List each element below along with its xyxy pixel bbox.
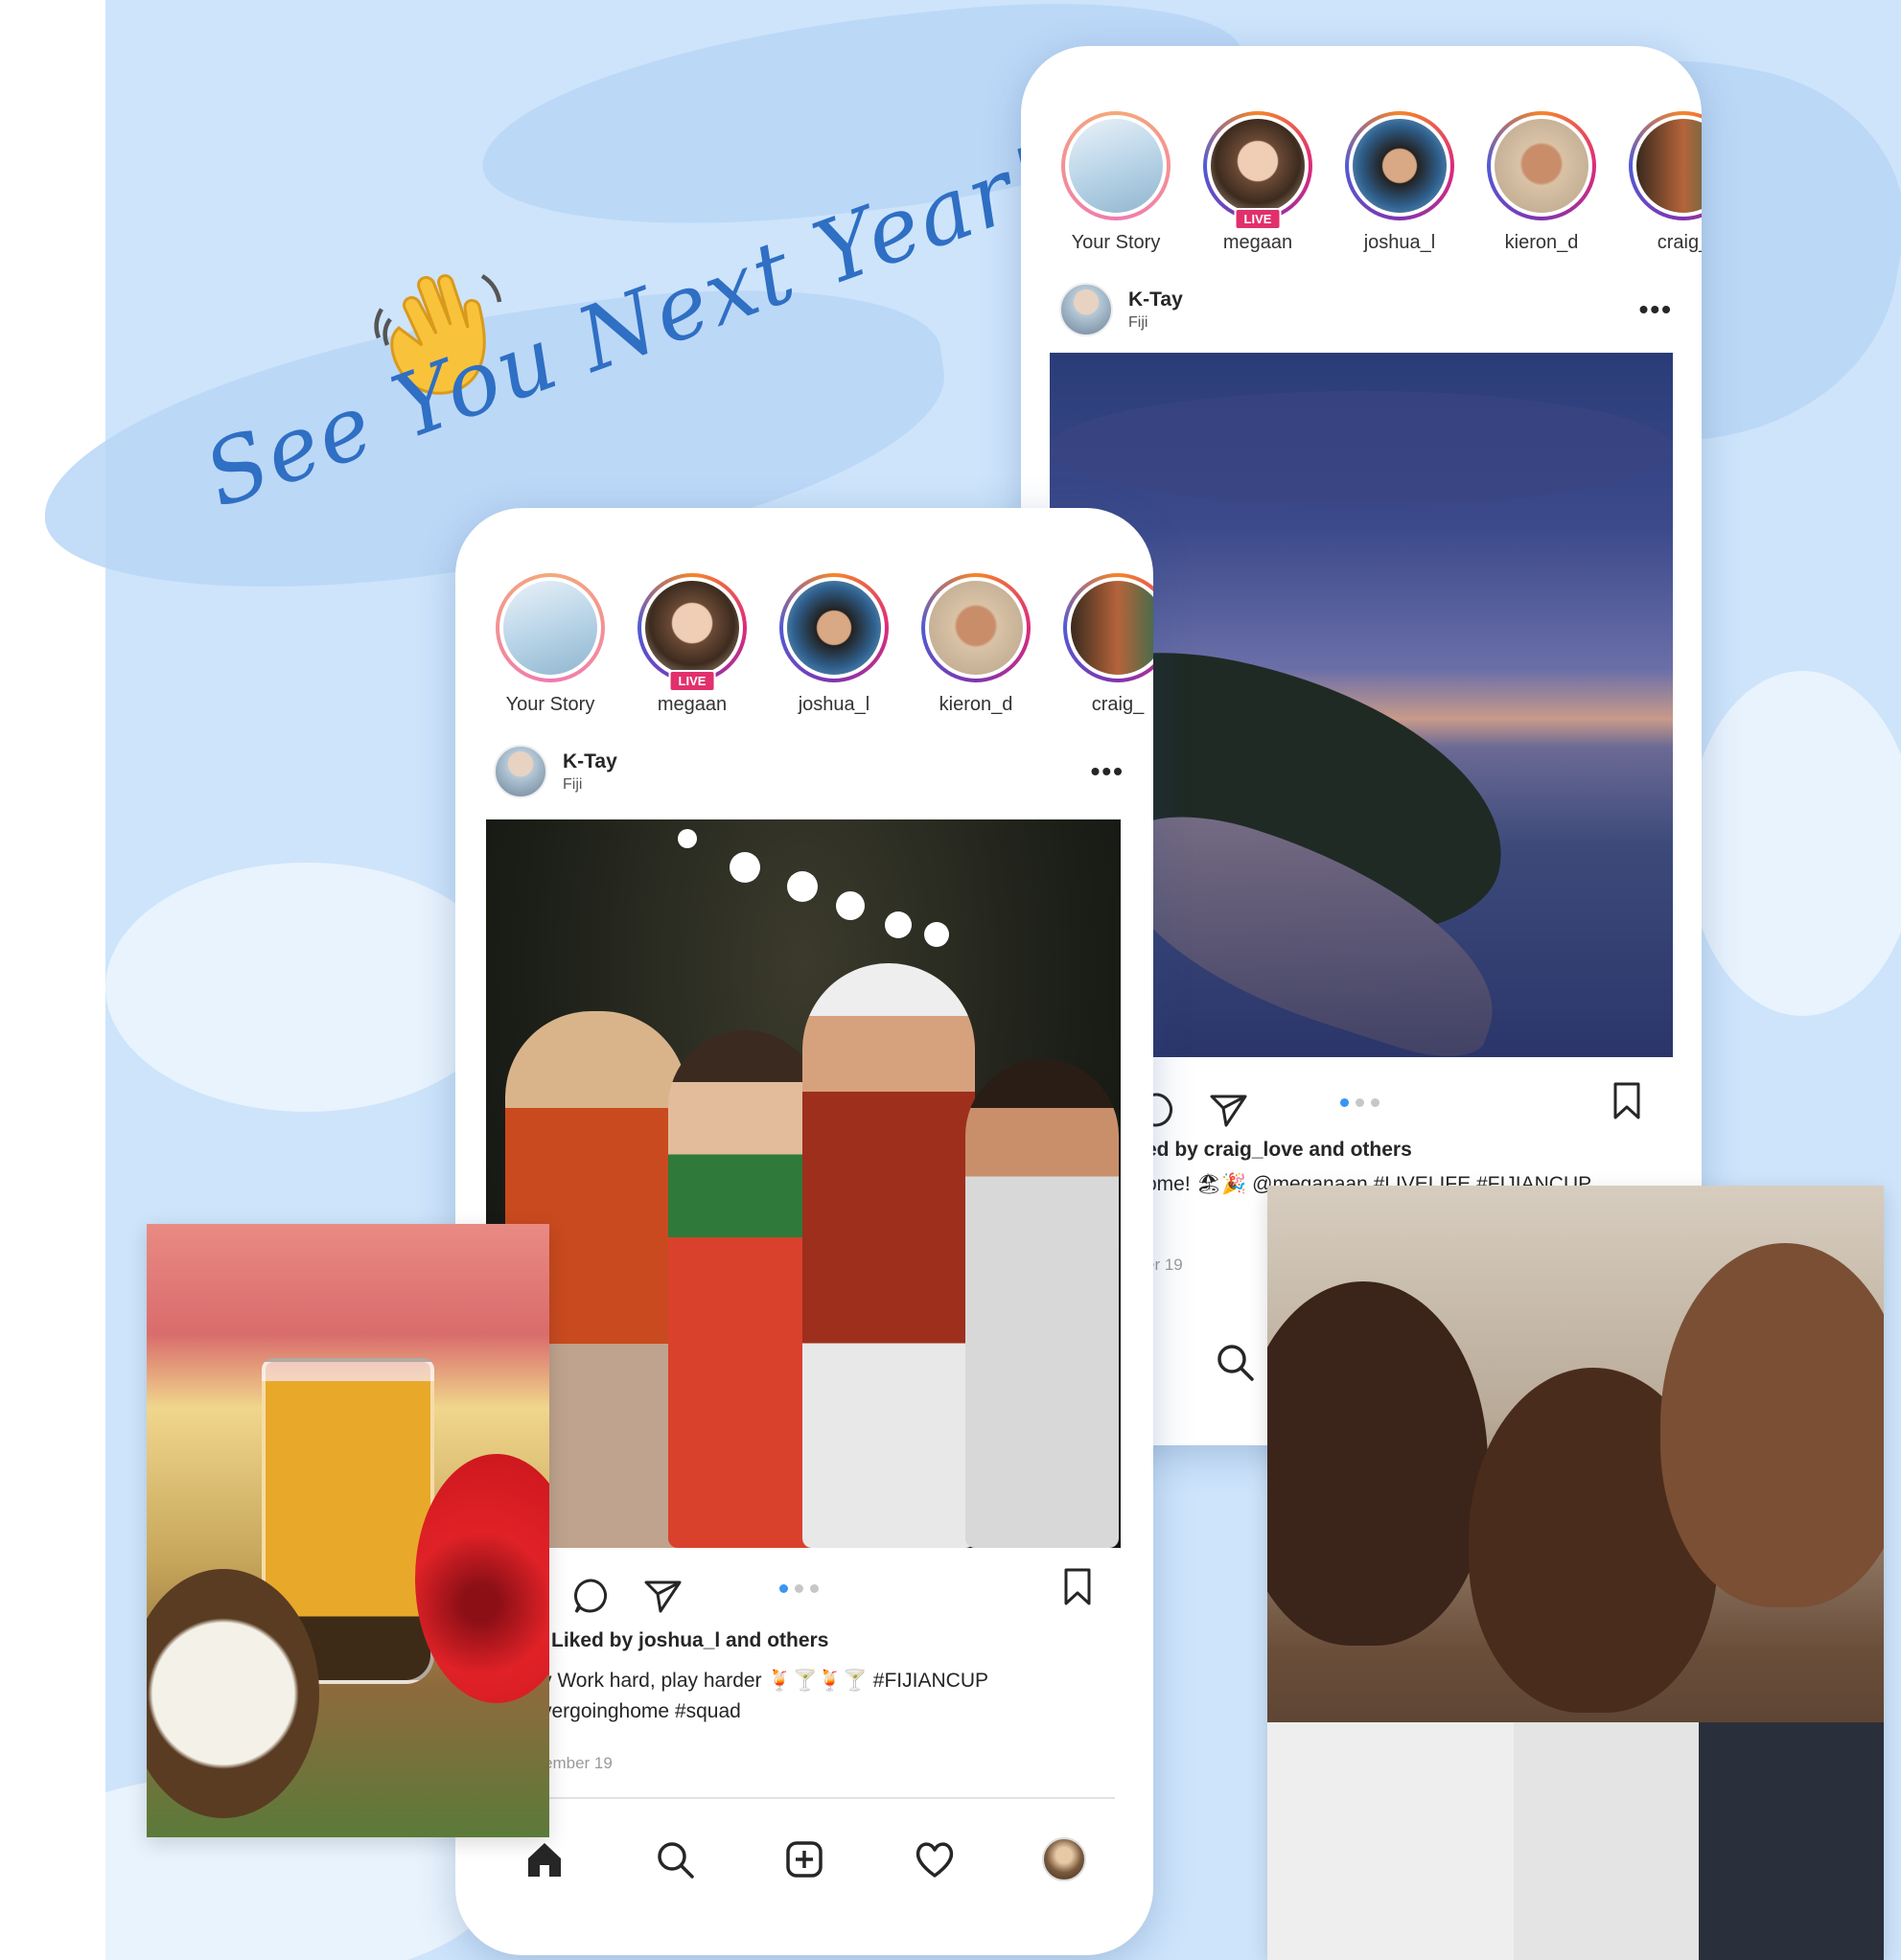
story-ring bbox=[496, 573, 605, 682]
story-name: Your Story bbox=[505, 694, 595, 715]
story-ring: LIVE bbox=[1203, 111, 1312, 230]
profile-icon[interactable] bbox=[1042, 1837, 1086, 1881]
carousel-dots bbox=[779, 1584, 819, 1593]
story-avatar bbox=[783, 577, 885, 679]
post-location[interactable]: Fiji bbox=[563, 776, 617, 794]
carousel-dots bbox=[1340, 1098, 1379, 1107]
person-4 bbox=[965, 1059, 1119, 1548]
phone-front: Your Story LIVE megaan joshua_l kieron_d… bbox=[455, 508, 1153, 1955]
story-avatar bbox=[1065, 115, 1167, 217]
story-name: Your Story bbox=[1071, 232, 1161, 253]
more-icon[interactable]: ••• bbox=[1639, 294, 1673, 325]
caption-line: y Work hard, play harder 🍹🍸🍹🍸 #FIJIANCUP bbox=[542, 1670, 988, 1692]
story-avatar bbox=[1349, 115, 1450, 217]
story-ring bbox=[1345, 111, 1454, 220]
person-2 bbox=[668, 1030, 822, 1548]
story-ring bbox=[1629, 111, 1702, 220]
search-icon[interactable] bbox=[653, 1837, 697, 1881]
heart-icon[interactable] bbox=[913, 1837, 957, 1881]
light-patch bbox=[1687, 671, 1901, 1016]
student-1 bbox=[1267, 1281, 1488, 1646]
comment-icon[interactable] bbox=[570, 1575, 613, 1617]
story-ring bbox=[779, 573, 889, 682]
story-ring bbox=[1061, 111, 1171, 220]
bookmark-icon[interactable] bbox=[1056, 1565, 1099, 1607]
story-megaan[interactable]: LIVE megaan bbox=[636, 573, 749, 717]
story-joshua[interactable]: joshua_l bbox=[1343, 111, 1456, 255]
share-icon[interactable] bbox=[641, 1575, 684, 1617]
post-caption: y Work hard, play harder 🍹🍸🍹🍸 #FIJIANCUP… bbox=[542, 1666, 1117, 1727]
light-patch bbox=[105, 863, 508, 1112]
post-user-block: K-Tay Fiji bbox=[563, 750, 617, 794]
post-photo-party-group[interactable] bbox=[486, 819, 1121, 1548]
story-name: kieron_d bbox=[1504, 232, 1579, 253]
home-icon[interactable] bbox=[522, 1837, 567, 1881]
carousel-dot bbox=[1371, 1098, 1379, 1107]
carousel-dot bbox=[810, 1584, 819, 1593]
story-name: megaan bbox=[1222, 232, 1293, 253]
story-kieron[interactable]: kieron_d bbox=[1485, 111, 1598, 255]
post-header: K-Tay Fiji ••• bbox=[1059, 276, 1673, 343]
story-name: craig_ bbox=[1657, 232, 1702, 253]
story-joshua[interactable]: joshua_l bbox=[777, 573, 891, 717]
avatar[interactable] bbox=[1059, 283, 1113, 336]
avatar[interactable] bbox=[494, 745, 547, 798]
photo-smiling-students bbox=[1267, 1186, 1884, 1960]
student-3 bbox=[1660, 1243, 1884, 1607]
story-avatar bbox=[1491, 115, 1592, 217]
carousel-dot bbox=[795, 1584, 803, 1593]
story-kieron[interactable]: kieron_d bbox=[919, 573, 1032, 717]
story-avatar bbox=[925, 577, 1027, 679]
story-megaan[interactable]: LIVE megaan bbox=[1201, 111, 1314, 255]
story-ring: LIVE bbox=[638, 573, 747, 692]
story-craig[interactable]: craig_ bbox=[1061, 573, 1153, 717]
stories-bar[interactable]: Your Story LIVE megaan joshua_l kieron_d… bbox=[494, 573, 1153, 717]
story-ring bbox=[1487, 111, 1596, 220]
story-craig[interactable]: craig_ bbox=[1627, 111, 1702, 255]
likes-text[interactable]: ed by craig_love and others bbox=[1146, 1139, 1412, 1162]
white-shirts bbox=[1267, 1722, 1884, 1960]
bottom-tab-bar bbox=[494, 1797, 1115, 1881]
carousel-dot bbox=[1356, 1098, 1364, 1107]
story-name: joshua_l bbox=[798, 694, 870, 715]
cloud-band bbox=[1050, 391, 1673, 506]
story-avatar bbox=[1067, 577, 1153, 679]
story-name: joshua_l bbox=[1363, 232, 1436, 253]
story-ring bbox=[1063, 573, 1153, 682]
story-your-story[interactable]: Your Story bbox=[1059, 111, 1172, 255]
photo-tropical-drink bbox=[147, 1224, 549, 1837]
post-user-block: K-Tay Fiji bbox=[1128, 288, 1183, 332]
story-name: kieron_d bbox=[939, 694, 1013, 715]
stories-bar[interactable]: Your Story LIVE megaan joshua_l kieron_d… bbox=[1059, 111, 1702, 255]
post-username[interactable]: K-Tay bbox=[563, 750, 617, 773]
story-avatar bbox=[499, 577, 601, 679]
post-date: ember 19 bbox=[544, 1754, 613, 1772]
story-name: craig_ bbox=[1091, 694, 1145, 715]
story-your-story[interactable]: Your Story bbox=[494, 573, 607, 717]
share-icon[interactable] bbox=[1207, 1089, 1249, 1131]
story-avatar bbox=[1633, 115, 1702, 217]
string-lights bbox=[678, 829, 697, 848]
search-icon[interactable] bbox=[1213, 1340, 1257, 1384]
post-actions bbox=[570, 1567, 712, 1625]
add-post-icon[interactable] bbox=[782, 1837, 826, 1881]
story-ring bbox=[921, 573, 1031, 682]
hibiscus-flower bbox=[415, 1454, 549, 1703]
person-3 bbox=[802, 963, 975, 1548]
story-name: megaan bbox=[657, 694, 728, 715]
post-header: K-Tay Fiji ••• bbox=[494, 738, 1124, 805]
carousel-dot bbox=[779, 1584, 788, 1593]
post-actions bbox=[1136, 1081, 1278, 1139]
story-avatar bbox=[641, 577, 743, 679]
post-location[interactable]: Fiji bbox=[1128, 314, 1183, 332]
live-badge: LIVE bbox=[668, 670, 716, 692]
more-icon[interactable]: ••• bbox=[1091, 756, 1124, 787]
likes-text[interactable]: Liked by joshua_l and others bbox=[551, 1629, 828, 1652]
bookmark-icon[interactable] bbox=[1606, 1079, 1648, 1121]
live-badge: LIVE bbox=[1234, 208, 1282, 230]
caption-line: vergoinghome #squad bbox=[542, 1700, 741, 1722]
post-username[interactable]: K-Tay bbox=[1128, 288, 1183, 311]
story-avatar bbox=[1207, 115, 1309, 217]
carousel-dot bbox=[1340, 1098, 1349, 1107]
